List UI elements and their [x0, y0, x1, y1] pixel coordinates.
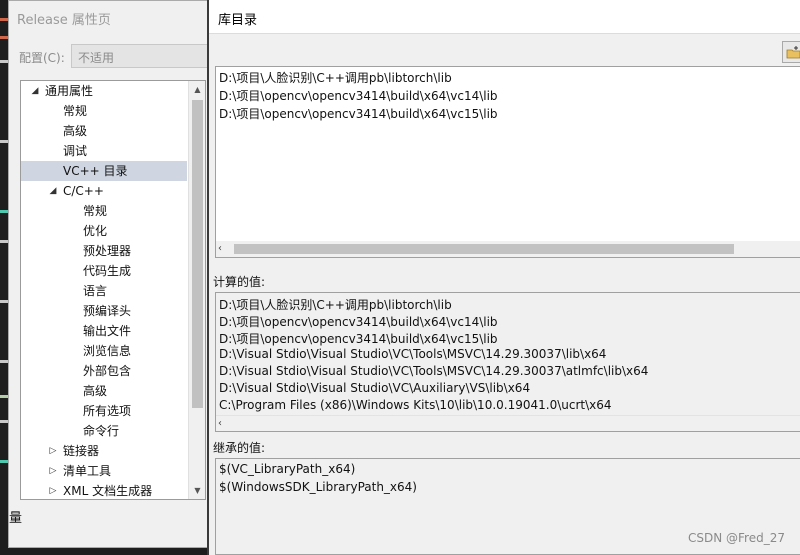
tree-item[interactable]: 调试 — [21, 141, 187, 161]
config-select[interactable]: 不适用 — [71, 44, 211, 68]
new-line-button[interactable] — [782, 41, 800, 63]
property-tree[interactable]: ▲ ▼ ◢ 通用属性 常规 高级 调试 VC++ 目录 ◢ C/C++ 常规 优化 预处理器 代码生成… — [20, 80, 206, 500]
tree-item[interactable]: 输出文件 — [21, 321, 187, 341]
tree-item-label: 通用属性 — [45, 84, 94, 98]
scroll-up-arrow-icon[interactable]: ▲ — [189, 81, 205, 98]
tree-item[interactable]: VC++ 目录 — [21, 161, 187, 181]
computed-values-label: 计算的值: — [213, 275, 266, 289]
tree-item[interactable]: 预处理器 — [21, 241, 187, 261]
property-dialog-title: Release 属性页 — [17, 13, 111, 28]
tree-item[interactable]: 高级 — [21, 121, 187, 141]
tree-item[interactable]: 代码生成 — [21, 261, 187, 281]
tree-item-label: C/C++ — [63, 184, 104, 198]
tree-item-label: 输出文件 — [83, 324, 132, 338]
path-line: $(WindowsSDK_LibraryPath_x64) — [219, 480, 417, 494]
scroll-down-arrow-icon[interactable]: ▼ — [189, 482, 205, 499]
property-pages-dialog: Release 属性页 配置(C): 不适用 ▲ ▼ ◢ 通用属性 常规 高级 调试 VC… — [8, 0, 213, 548]
tree-item[interactable]: 常规 — [21, 201, 187, 221]
tree-item[interactable]: 优化 — [21, 221, 187, 241]
tree-item[interactable]: ◢ 通用属性 — [21, 81, 187, 101]
path-line: D:\Visual Stdio\Visual Studio\VC\Tools\M… — [219, 347, 607, 361]
tree-item-label: 预处理器 — [83, 244, 132, 258]
tree-item-label: 链接器 — [63, 444, 100, 458]
tree-item-label: 优化 — [83, 224, 108, 238]
new-folder-icon — [786, 46, 800, 59]
tree-item-label: 语言 — [83, 284, 108, 298]
path-line[interactable]: D:\项目\人脸识别\C++调用pb\libtorch\lib — [219, 69, 452, 86]
path-line[interactable]: D:\项目\opencv\opencv3414\build\x64\vc15\l… — [219, 105, 498, 122]
tree-item[interactable]: ▷ XML 文档生成器 — [21, 481, 187, 499]
path-line: D:\Visual Stdio\Visual Studio\VC\Auxilia… — [219, 381, 531, 395]
tree-item-label: 代码生成 — [83, 264, 132, 278]
tree-item[interactable]: ▷ 链接器 — [21, 441, 187, 461]
tree-item[interactable]: 外部包含 — [21, 361, 187, 381]
library-directories-dialog: 库目录 D:\项目\opencv\opencv3414\build\x64\vc… — [207, 0, 800, 555]
tree-scrollbar[interactable]: ▲ ▼ — [188, 81, 205, 499]
tree-item[interactable]: ◢ C/C++ — [21, 181, 187, 201]
tree-item[interactable]: 预编译头 — [21, 301, 187, 321]
collapsed-arrow-icon[interactable]: ▷ — [48, 441, 58, 461]
tree-item-label: VC++ 目录 — [63, 164, 128, 178]
tree-item-label: 预编译头 — [83, 304, 132, 318]
tree-item-label: 常规 — [83, 204, 108, 218]
scroll-left-arrow-icon[interactable]: ‹ — [218, 416, 222, 431]
tree-item-label: 高级 — [63, 124, 88, 138]
truncated-label: 量 — [9, 511, 23, 526]
scroll-thumb[interactable] — [192, 100, 203, 408]
path-line: C:\Program Files (x86)\Windows Kits\10\l… — [219, 398, 612, 412]
path-line: D:\项目\opencv\opencv3414\build\x64\vc14\l… — [219, 315, 498, 329]
dialog-title: 库目录 — [218, 13, 258, 28]
expanded-arrow-icon[interactable]: ◢ — [30, 81, 40, 101]
tree-item[interactable]: 所有选项 — [21, 401, 187, 421]
tree-item-label: 高级 — [83, 384, 108, 398]
watermark: CSDN @Fred_27 — [688, 531, 785, 545]
tree-item-label: 所有选项 — [83, 404, 132, 418]
tree-item-label: 常规 — [63, 104, 88, 118]
tree-item-label: 调试 — [63, 144, 88, 158]
tree-item-label: 外部包含 — [83, 364, 132, 378]
expanded-arrow-icon[interactable]: ◢ — [48, 181, 58, 201]
tree-item-label: XML 文档生成器 — [63, 484, 153, 498]
tree-item[interactable]: ▷ 清单工具 — [21, 461, 187, 481]
computed-horizontal-scrollbar[interactable]: ‹ — [216, 415, 800, 431]
path-line[interactable]: D:\项目\opencv\opencv3414\build\x64\vc14\l… — [219, 87, 498, 104]
tree-item[interactable]: 命令行 — [21, 421, 187, 441]
tree-item[interactable]: 浏览信息 — [21, 341, 187, 361]
directory-list[interactable]: D:\项目\opencv\opencv3414\build\x64\vc15\l… — [215, 66, 800, 258]
tree-item[interactable]: 高级 — [21, 381, 187, 401]
tree-item-label: 命令行 — [83, 424, 120, 438]
scroll-thumb[interactable] — [234, 244, 734, 254]
path-line: D:\Visual Stdio\Visual Studio\VC\Tools\M… — [219, 364, 649, 378]
collapsed-arrow-icon[interactable]: ▷ — [48, 461, 58, 481]
path-line: D:\项目\人脸识别\C++调用pb\libtorch\lib — [219, 298, 452, 312]
dialog-header: 库目录 — [209, 0, 800, 34]
tree-item[interactable]: 语言 — [21, 281, 187, 301]
config-label: 配置(C): — [19, 51, 65, 65]
list-horizontal-scrollbar[interactable]: ‹ — [216, 241, 800, 257]
computed-values-list: C:\Program Files (x86)\Windows Kits\10\l… — [215, 292, 800, 432]
tree-item[interactable]: 常规 — [21, 101, 187, 121]
collapsed-arrow-icon[interactable]: ▷ — [48, 481, 58, 499]
tree-item-label: 浏览信息 — [83, 344, 132, 358]
path-line: $(VC_LibraryPath_x64) — [219, 462, 356, 476]
path-line: D:\项目\opencv\opencv3414\build\x64\vc15\l… — [219, 332, 498, 346]
scroll-left-arrow-icon[interactable]: ‹ — [218, 241, 222, 257]
tree-item-label: 清单工具 — [63, 464, 112, 478]
inherited-values-label: 继承的值: — [213, 441, 266, 455]
